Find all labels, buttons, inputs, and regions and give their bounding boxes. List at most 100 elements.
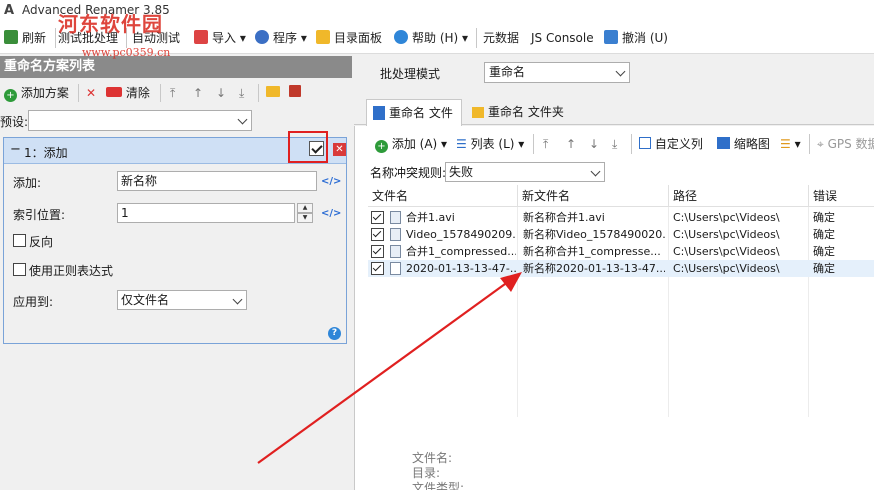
folder-icon [472, 107, 484, 118]
code-icon[interactable]: </> [321, 208, 341, 219]
file-icon [390, 262, 401, 275]
cell-new-filename: 新名称合并1.avi [523, 211, 605, 224]
undo-icon [604, 30, 618, 44]
chevron-down-icon [615, 66, 626, 77]
move-up-icon[interactable]: ↑ [193, 85, 203, 101]
apply-to-select[interactable]: 仅文件名 [117, 290, 247, 310]
spin-down-icon[interactable]: ▼ [297, 213, 313, 223]
clear-icon [106, 87, 122, 97]
move-bottom-icon[interactable]: ⤓ [612, 136, 617, 152]
batch-mode-select[interactable]: 重命名 [484, 62, 630, 83]
method-panel-add: − 1：添加 添加: 新名称 </> 索引位置: 1 ▲ ▼ </> 反向 使用… [3, 137, 347, 344]
table-row[interactable]: 合并1_compressed.... 新名称合并1_compresse... C… [368, 243, 874, 260]
open-preset-icon[interactable] [266, 85, 280, 101]
table-row[interactable]: 合并1.avi 新名称合并1.avi C:\Users\pc\Videos\ 确… [368, 209, 874, 226]
view-options-button[interactable]: ☰ ▾ [780, 136, 801, 152]
help-button[interactable]: 帮助 (H) ▾ [394, 29, 468, 47]
regex-checkbox[interactable] [13, 263, 26, 276]
preset-select[interactable] [28, 110, 252, 131]
tab-rename-files[interactable]: 重命名 文件 [366, 99, 462, 126]
clear-button[interactable]: 清除 [106, 85, 150, 101]
metadata-button[interactable]: 元数据 [483, 29, 519, 47]
help-icon[interactable]: ? [328, 327, 341, 340]
column-header-filename[interactable]: 文件名 [368, 185, 518, 207]
regex-label: 使用正则表达式 [29, 264, 114, 278]
cell-error: 确定 [813, 245, 835, 258]
gps-data-button[interactable]: ⌖ GPS 数据 [817, 136, 874, 152]
video-file-icon [390, 211, 401, 224]
save-preset-icon[interactable] [289, 85, 301, 101]
video-file-icon [390, 228, 401, 241]
reverse-checkbox[interactable] [13, 234, 26, 247]
move-top-icon[interactable]: ⤒ [543, 136, 548, 152]
program-button[interactable]: 程序 ▾ [255, 29, 307, 47]
list-button[interactable]: ☰ 列表 (L) ▾ [456, 136, 524, 152]
move-down-icon[interactable]: ↓ [216, 85, 226, 101]
table-row[interactable]: 2020-01-13-13-47-... 新名称2020-01-13-13-47… [368, 260, 874, 277]
row-checkbox[interactable] [371, 245, 384, 258]
row-checkbox[interactable] [371, 228, 384, 241]
toolbar-divider [55, 28, 56, 48]
view-options-icon: ☰ [780, 137, 791, 151]
preset-label: 预设: [0, 115, 29, 129]
folder-icon [316, 30, 330, 44]
delete-icon[interactable]: ✕ [86, 85, 96, 101]
js-console-button[interactable]: JS Console [531, 29, 594, 47]
custom-columns-button[interactable]: 自定义列 [639, 136, 703, 152]
refresh-button[interactable]: 刷新 [4, 29, 46, 47]
program-icon [255, 30, 269, 44]
chevron-down-icon [237, 114, 248, 125]
undo-button[interactable]: 撤消 (U) [604, 29, 668, 47]
move-top-icon[interactable]: ⤒ [170, 85, 175, 101]
column-header-error[interactable]: 错误 [809, 185, 874, 207]
toolbar-divider [631, 134, 632, 154]
cell-path: C:\Users\pc\Videos\ [673, 245, 780, 258]
move-down-icon[interactable]: ↓ [589, 136, 599, 152]
file-icon [373, 106, 385, 120]
method-toolbar: + 添加方案 ✕ 清除 ⤒ ↑ ↓ ⤓ [0, 80, 352, 106]
import-icon [194, 30, 208, 44]
add-files-button[interactable]: + 添加 (A) ▾ [375, 136, 447, 153]
grid-header: 文件名 新文件名 路径 错误 [368, 185, 874, 207]
row-checkbox[interactable] [371, 262, 384, 275]
row-checkbox[interactable] [371, 211, 384, 224]
cell-path: C:\Users\pc\Videos\ [673, 262, 780, 275]
batch-mode-label: 批处理模式 [380, 67, 441, 81]
folder-panel-button[interactable]: 目录面板 [316, 29, 382, 47]
method-title: 1：添加 [24, 146, 68, 160]
info-directory-label: 目录: [412, 466, 441, 480]
watermark-text: 河东软件园 [58, 12, 163, 36]
cell-filename: 2020-01-13-13-47-... [406, 262, 516, 275]
index-input[interactable]: 1 [117, 203, 295, 223]
add-icon: + [375, 140, 388, 153]
table-row[interactable]: Video_1578490209.... 新名称Video_1578490020… [368, 226, 874, 243]
add-method-button[interactable]: + 添加方案 [4, 85, 69, 102]
help-icon [394, 30, 408, 44]
column-header-new-filename[interactable]: 新文件名 [518, 185, 669, 207]
collapse-icon[interactable]: − [10, 142, 21, 157]
import-button[interactable]: 导入 ▾ [194, 29, 246, 47]
move-bottom-icon[interactable]: ⤓ [239, 85, 244, 101]
cell-filename: Video_1578490209.... [406, 228, 516, 241]
toolbar-divider [533, 134, 534, 154]
close-method-icon[interactable]: ✕ [333, 143, 346, 156]
highlight-box [288, 131, 328, 163]
index-stepper[interactable]: ▲ ▼ [297, 203, 313, 223]
conflict-rule-select[interactable]: 失败 [445, 162, 605, 182]
app-logo-icon: A [4, 3, 15, 18]
file-grid: 文件名 新文件名 路径 错误 合并1.avi 新名称合并1.avi C:\Use… [368, 185, 874, 417]
index-label: 索引位置: [13, 208, 66, 222]
thumbnails-button[interactable]: 缩略图 [717, 136, 770, 152]
move-up-icon[interactable]: ↑ [566, 136, 576, 152]
code-icon[interactable]: </> [321, 176, 341, 187]
chevron-down-icon [232, 294, 243, 305]
cell-error: 确定 [813, 262, 835, 275]
column-header-path[interactable]: 路径 [669, 185, 809, 207]
reverse-label: 反向 [29, 235, 54, 249]
method-list-header: 重命名方案列表 [0, 56, 352, 78]
tabs-row: 重命名 文件 重命名 文件夹 [354, 99, 874, 126]
tab-rename-folders[interactable]: 重命名 文件夹 [466, 99, 576, 126]
add-text-input[interactable]: 新名称 [117, 171, 317, 191]
refresh-icon [4, 30, 18, 44]
spin-up-icon[interactable]: ▲ [297, 203, 313, 213]
